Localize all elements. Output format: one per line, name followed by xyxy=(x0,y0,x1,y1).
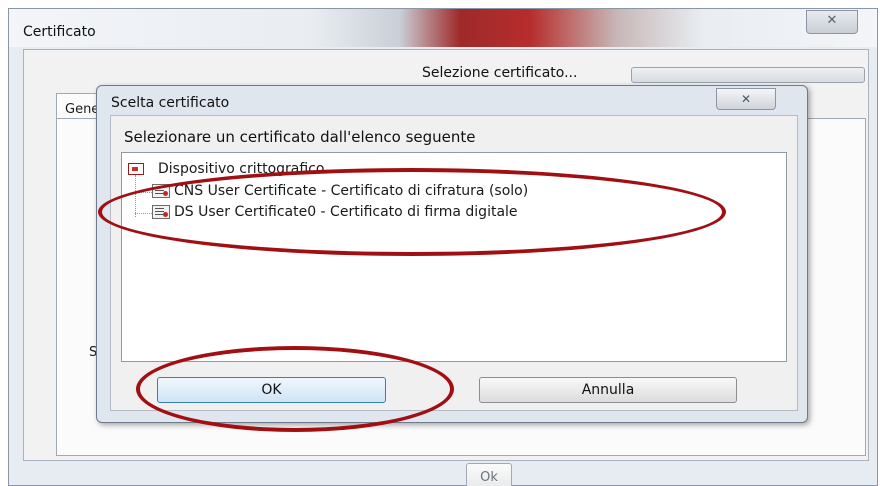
tree-line xyxy=(135,192,152,193)
tree-line xyxy=(135,213,152,214)
window-close-button[interactable]: ✕ xyxy=(806,10,858,34)
progress-row: Selezione certificato... xyxy=(24,58,868,84)
tree-node-label: Dispositivo crittografico xyxy=(158,161,325,177)
window-ok-button[interactable]: Ok xyxy=(466,463,512,486)
progress-label: Selezione certificato... xyxy=(422,65,578,81)
cancel-button[interactable]: Annulla xyxy=(479,377,737,403)
window-titlebar: Certificato ✕ xyxy=(9,9,877,47)
close-icon: ✕ xyxy=(740,92,752,106)
tree-node-ds-certificate[interactable]: DS User Certificate0 - Certificato di fi… xyxy=(152,204,518,220)
dialog-titlebar: Scelta certificato ✕ xyxy=(97,86,807,118)
choose-certificate-dialog: Scelta certificato ✕ Selezionare un cert… xyxy=(96,85,808,423)
certificate-icon xyxy=(152,205,170,219)
ok-button[interactable]: OK xyxy=(157,377,386,403)
tree-node-device[interactable]: Dispositivo crittografico xyxy=(128,161,324,177)
dialog-content: Selezionare un certificato dall'elenco s… xyxy=(110,115,798,411)
certificate-tree[interactable]: Dispositivo crittografico CNS User Certi… xyxy=(121,152,787,362)
tree-node-label: CNS User Certificate - Certificato di ci… xyxy=(174,183,529,199)
certificate-icon xyxy=(152,184,170,198)
dialog-instruction: Selezionare un certificato dall'elenco s… xyxy=(124,128,476,146)
close-icon: ✕ xyxy=(826,13,838,28)
window-title: Certificato xyxy=(23,24,96,40)
tree-line xyxy=(135,175,136,217)
tree-node-cns-certificate[interactable]: CNS User Certificate - Certificato di ci… xyxy=(152,183,528,199)
tree-node-label: DS User Certificate0 - Certificato di fi… xyxy=(174,204,518,220)
dialog-title: Scelta certificato xyxy=(111,95,230,111)
dialog-close-button[interactable]: ✕ xyxy=(716,88,776,110)
progress-bar xyxy=(631,67,865,83)
device-icon xyxy=(128,163,144,175)
